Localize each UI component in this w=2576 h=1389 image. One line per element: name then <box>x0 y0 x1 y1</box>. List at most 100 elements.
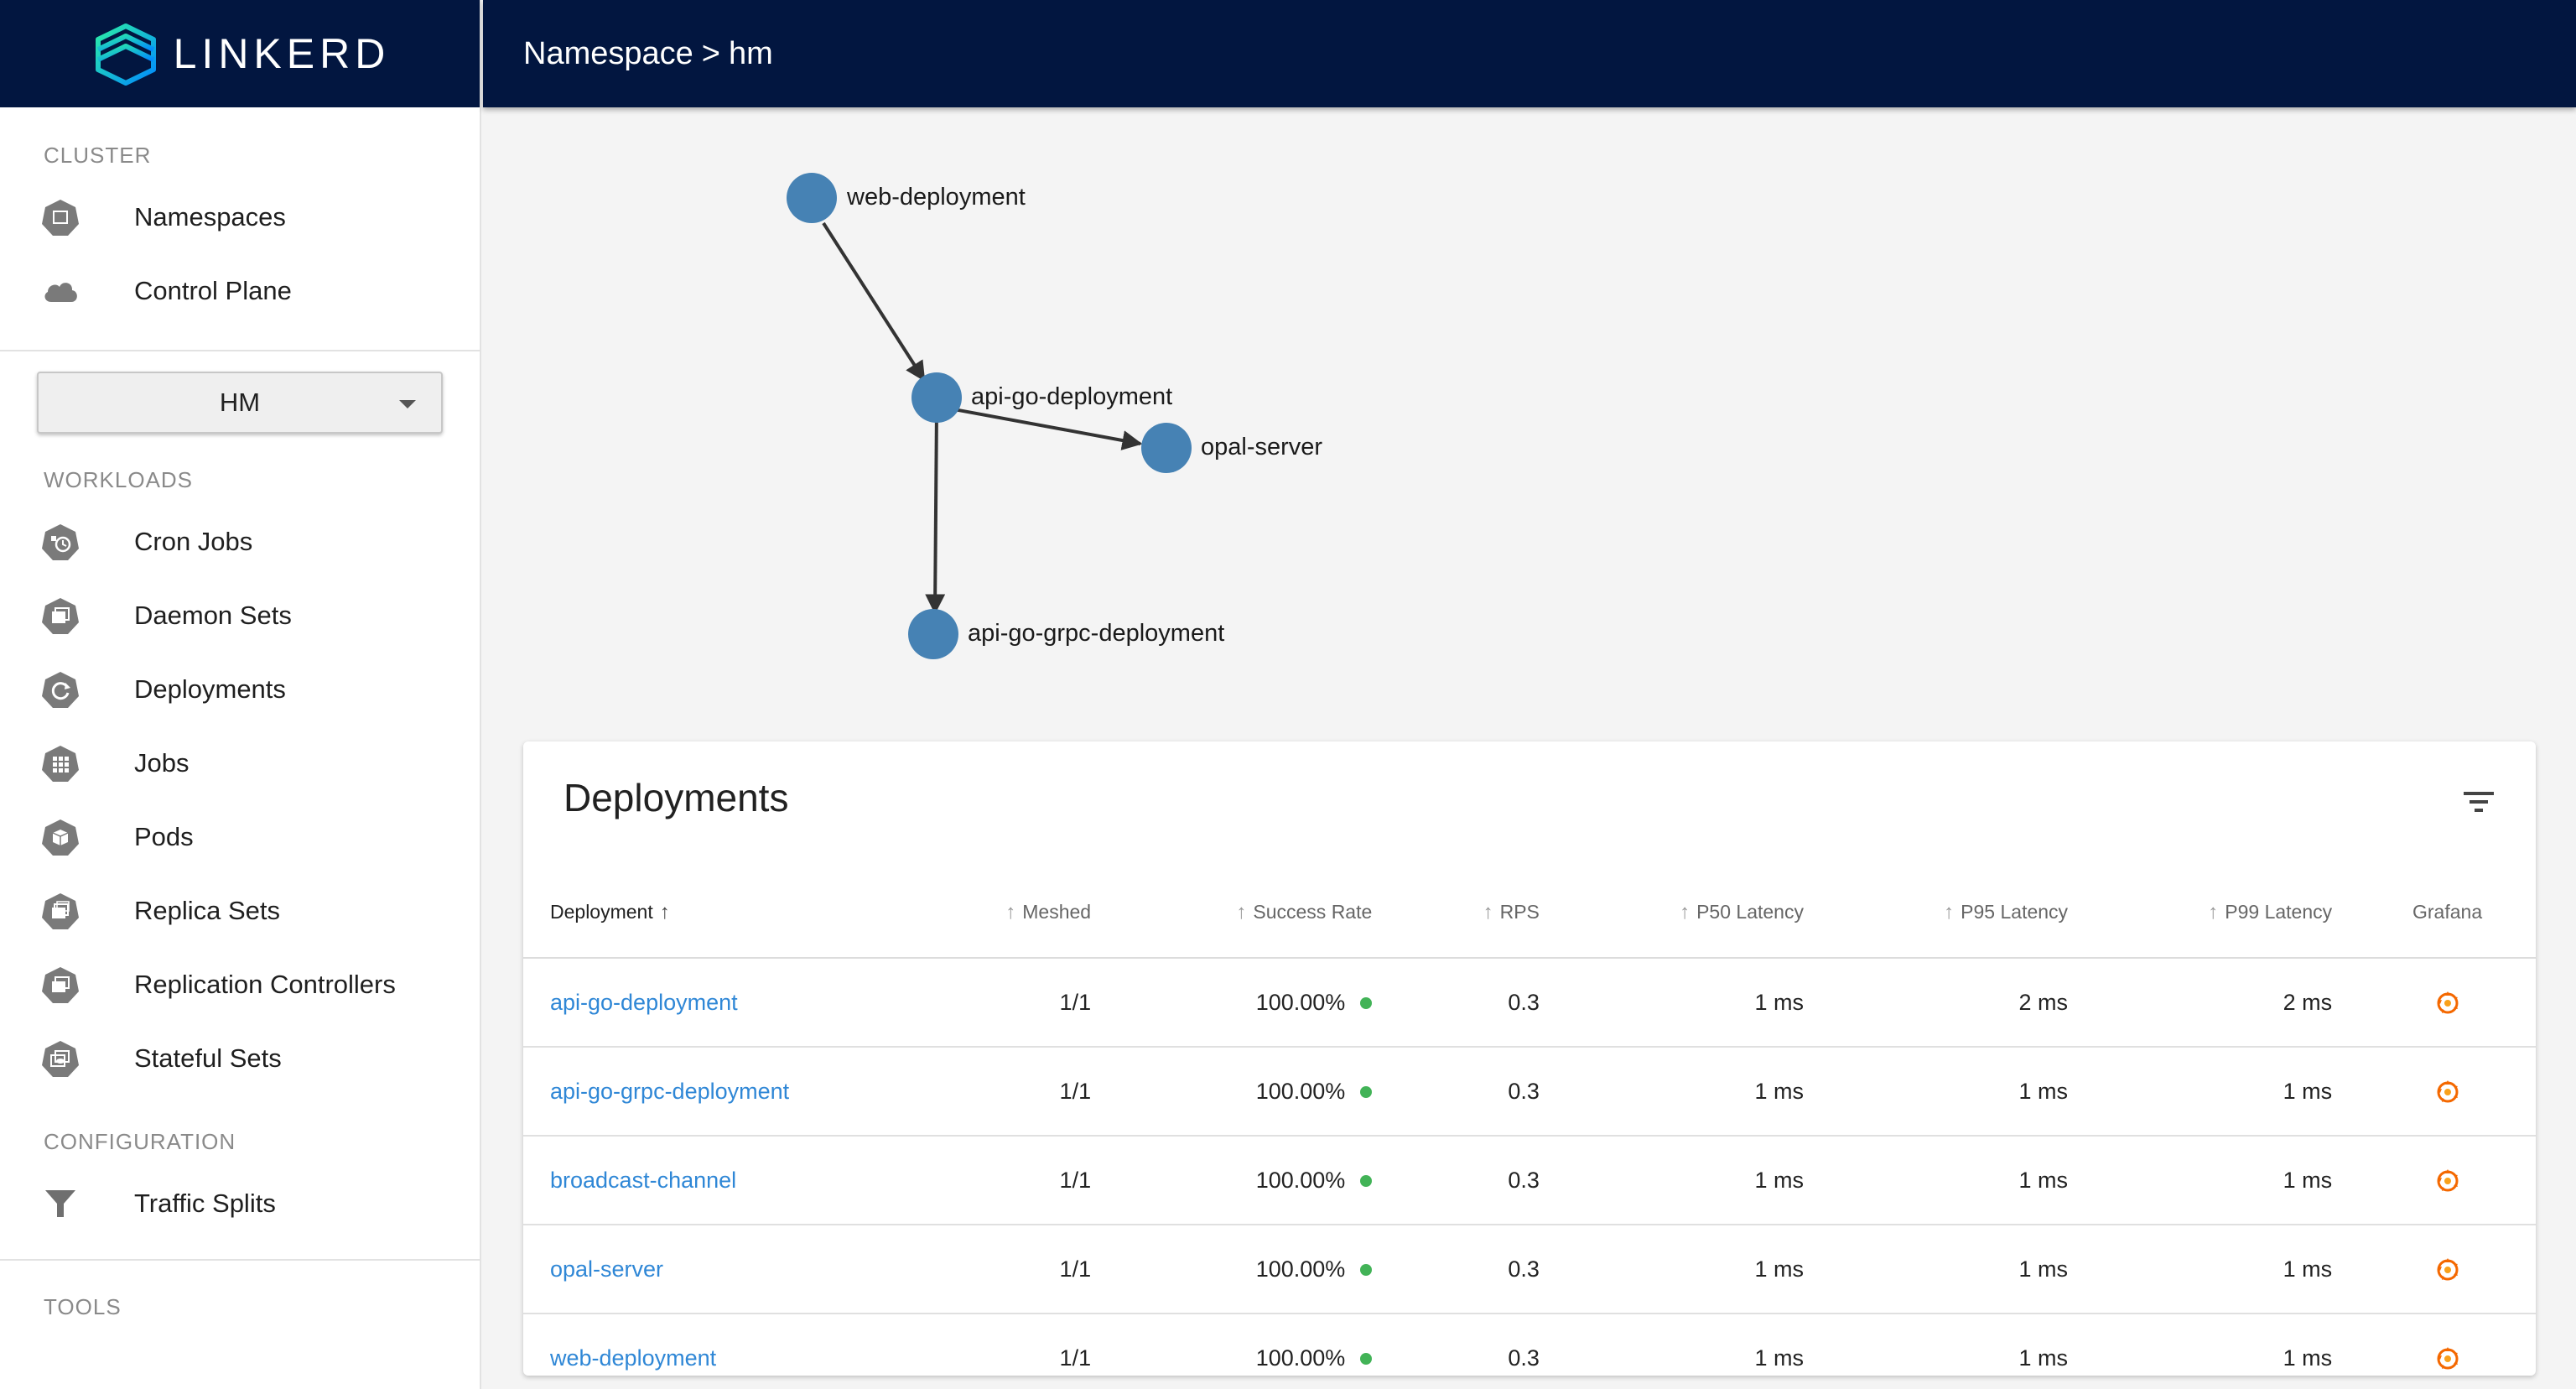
graph-node-label: web-deployment <box>846 184 1026 211</box>
sidebar-item-cron-jobs[interactable]: Cron Jobs <box>0 505 480 579</box>
p95-latency-cell: 2 ms <box>1830 958 2096 1048</box>
meshed-cell: 1/1 <box>909 1225 1119 1314</box>
success-status-dot-icon <box>1360 1264 1373 1277</box>
p95-latency-cell: 1 ms <box>1830 1314 2096 1389</box>
success-status-dot-icon <box>1360 1175 1373 1188</box>
sidebar-item-label: Pods <box>134 822 194 851</box>
sidebar-item-label: Replication Controllers <box>134 970 396 999</box>
card-title: Deployments <box>564 776 789 819</box>
success-rate-value: 100.00% <box>1255 989 1346 1015</box>
grafana-icon[interactable] <box>2435 1168 2460 1194</box>
sort-arrow-up-icon: ↑ <box>1680 900 1690 923</box>
graph-node[interactable] <box>911 372 962 423</box>
deployment-name-cell: broadcast-channel <box>523 1136 909 1225</box>
grafana-icon[interactable] <box>2435 991 2460 1016</box>
success-status-dot-icon <box>1360 1086 1373 1099</box>
table-row: broadcast-channel 1/1 100.00% 0.3 1 ms 1 ms 1 … <box>523 1136 2536 1225</box>
column-header-rps[interactable]: ↑ RPS <box>1399 867 1566 959</box>
success-status-dot-icon <box>1360 997 1373 1010</box>
column-header-success-rate[interactable]: ↑ Success Rate <box>1118 867 1400 959</box>
sidebar-item-traffic-splits[interactable]: Traffic Splits <box>0 1167 480 1241</box>
breadcrumb-root[interactable]: Namespace <box>523 36 693 72</box>
grafana-icon[interactable] <box>2435 1257 2460 1282</box>
cronjob-icon <box>40 522 80 562</box>
p95-latency-cell: 1 ms <box>1830 1047 2096 1137</box>
table-row: api-go-deployment 1/1 100.00% 0.3 1 ms 2 ms 2 … <box>523 958 2536 1048</box>
configuration-section-label: CONFIGURATION <box>44 1129 236 1154</box>
graph-node-label: opal-server <box>1201 434 1322 460</box>
column-header-p50-latency[interactable]: ↑ P50 Latency <box>1566 867 1831 959</box>
sidebar-item-deployments[interactable]: Deployments <box>0 653 480 726</box>
tools-section-label: TOOLS <box>44 1294 122 1319</box>
column-header-deployment[interactable]: Deployment ↑ <box>523 867 909 959</box>
success-rate-cell: 100.00% <box>1118 1225 1400 1314</box>
sidebar-item-label: Stateful Sets <box>134 1043 282 1073</box>
brand-name: LINKERD <box>173 30 391 77</box>
sidebar-item-pods[interactable]: Pods <box>0 800 480 874</box>
deployment-link[interactable]: opal-server <box>550 1256 663 1282</box>
graph-node[interactable] <box>1141 423 1192 473</box>
sidebar-item-label: Replica Sets <box>134 896 281 925</box>
sidebar: LINKERD CLUSTER Namespaces Control Plane… <box>0 0 481 1389</box>
sort-arrow-up-icon: ↑ <box>659 900 670 923</box>
grafana-cell <box>2359 1314 2536 1389</box>
deployment-icon <box>40 669 80 710</box>
deployment-link[interactable]: broadcast-channel <box>550 1168 736 1193</box>
success-rate-value: 100.00% <box>1255 1078 1346 1104</box>
rps-cell: 0.3 <box>1399 1136 1566 1225</box>
grafana-icon[interactable] <box>2435 1346 2460 1371</box>
sort-arrow-up-icon: ↑ <box>1944 900 1955 923</box>
chevron-down-icon <box>399 400 416 408</box>
column-header-p99-latency[interactable]: ↑ P99 Latency <box>2095 867 2360 959</box>
p50-latency-cell: 1 ms <box>1566 958 1831 1048</box>
sidebar-item-label: Daemon Sets <box>134 601 292 630</box>
p50-latency-cell: 1 ms <box>1566 1136 1831 1225</box>
sidebar-item-stateful-sets[interactable]: Stateful Sets <box>0 1022 480 1095</box>
p50-latency-cell: 1 ms <box>1566 1314 1831 1389</box>
column-header-meshed[interactable]: ↑ Meshed <box>909 867 1119 959</box>
sidebar-item-replica-sets[interactable]: Replica Sets <box>0 874 480 948</box>
deployments-table: Deployment ↑ ↑ Meshed ↑ Success Rate ↑ RPS ↑… <box>523 867 2536 1389</box>
graph-node[interactable] <box>908 609 958 659</box>
meshed-cell: 1/1 <box>909 958 1119 1048</box>
p50-latency-cell: 1 ms <box>1566 1047 1831 1137</box>
deployment-name-cell: api-go-deployment <box>523 958 909 1048</box>
grafana-icon[interactable] <box>2435 1079 2460 1105</box>
sort-arrow-up-icon: ↑ <box>1483 900 1493 923</box>
table-row: web-deployment 1/1 100.00% 0.3 1 ms 1 ms 1 ms <box>523 1314 2536 1389</box>
namespace-select[interactable]: HM <box>37 372 443 434</box>
sidebar-item-control-plane[interactable]: Control Plane <box>0 254 480 328</box>
brand[interactable]: LINKERD <box>0 0 480 107</box>
graph-node-label: api-go-grpc-deployment <box>968 620 1224 647</box>
p99-latency-cell: 1 ms <box>2095 1314 2360 1389</box>
success-rate-value: 100.00% <box>1255 1167 1346 1193</box>
namespace-icon <box>40 197 80 237</box>
deployments-card: Deployments Deployment ↑ ↑ Meshed ↑ Success… <box>523 741 2536 1389</box>
sidebar-item-label: Jobs <box>134 748 190 778</box>
job-icon <box>40 743 80 783</box>
sidebar-item-daemon-sets[interactable]: Daemon Sets <box>0 579 480 653</box>
deployment-name-cell: opal-server <box>523 1225 909 1314</box>
filter-list-icon[interactable] <box>2462 785 2496 819</box>
deployment-link[interactable]: web-deployment <box>550 1345 716 1371</box>
deployment-link[interactable]: api-go-grpc-deployment <box>550 1079 789 1104</box>
sidebar-item-jobs[interactable]: Jobs <box>0 726 480 800</box>
cluster-section-label: CLUSTER <box>44 143 152 168</box>
linkerd-logo-icon <box>95 23 156 86</box>
sort-arrow-up-icon: ↑ <box>2208 900 2219 923</box>
column-header-p95-latency[interactable]: ↑ P95 Latency <box>1830 867 2096 959</box>
p95-latency-cell: 1 ms <box>1830 1225 2096 1314</box>
graph-node[interactable] <box>787 173 837 223</box>
rps-cell: 0.3 <box>1399 1047 1566 1137</box>
sidebar-item-replication-controllers[interactable]: Replication Controllers <box>0 948 480 1022</box>
grafana-cell <box>2359 1136 2536 1225</box>
success-rate-cell: 100.00% <box>1118 958 1400 1048</box>
namespace-select-value: HM <box>219 388 261 417</box>
deployment-link[interactable]: api-go-deployment <box>550 990 738 1015</box>
meshed-cell: 1/1 <box>909 1136 1119 1225</box>
sort-arrow-up-icon: ↑ <box>1236 900 1247 923</box>
success-rate-cell: 100.00% <box>1118 1047 1400 1137</box>
sidebar-item-namespaces[interactable]: Namespaces <box>0 180 480 254</box>
success-rate-value: 100.00% <box>1255 1345 1346 1371</box>
breadcrumb: Namespace > hm <box>523 36 773 72</box>
